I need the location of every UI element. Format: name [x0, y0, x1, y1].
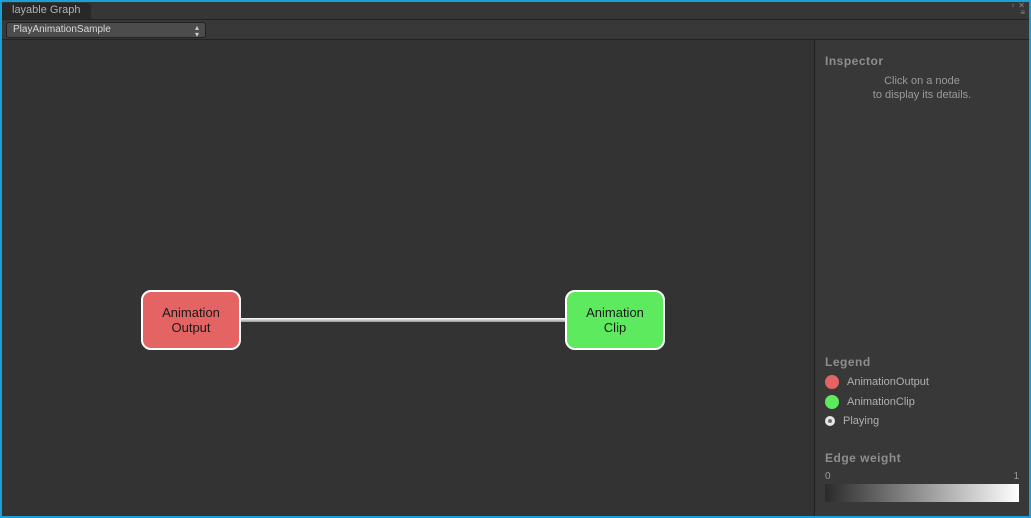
node-label-line1: Animation [586, 305, 644, 320]
legend-heading: Legend [825, 355, 1019, 369]
graph-selector-dropdown[interactable]: PlayAnimationSample ▴▾ [6, 22, 206, 38]
legend-item-playing: Playing [825, 415, 1019, 427]
title-bar: layable Graph ▫✕ ≡ [2, 2, 1029, 20]
menu-icon[interactable]: ≡ [1020, 10, 1025, 16]
graph-edge [238, 318, 578, 322]
sidebar: Inspector Click on a node to display its… [814, 40, 1029, 516]
hint-line2: to display its details. [873, 89, 971, 101]
legend-label: AnimationOutput [847, 376, 929, 388]
node-animation-clip[interactable]: Animation Clip [565, 290, 665, 350]
edge-weight-scale: 0 1 [825, 471, 1019, 482]
legend-item-output: AnimationOutput [825, 375, 1019, 389]
node-label-line2: Output [171, 320, 210, 335]
node-animation-output[interactable]: Animation Output [141, 290, 241, 350]
legend-item-clip: AnimationClip [825, 395, 1019, 409]
edge-weight-max: 1 [1013, 471, 1019, 482]
graph-canvas[interactable]: Animation Output Animation Clip [2, 40, 814, 516]
window-tab[interactable]: layable Graph [2, 3, 91, 19]
hint-line1: Click on a node [884, 75, 960, 87]
legend-label: AnimationClip [847, 396, 915, 408]
window-tab-label: layable Graph [12, 4, 81, 16]
edge-weight-heading: Edge weight [825, 451, 1019, 465]
chevron-updown-icon: ▴▾ [195, 24, 199, 38]
content-area: Animation Output Animation Clip Inspecto… [2, 40, 1029, 516]
sidebar-spacer [825, 102, 1019, 355]
node-label-line1: Animation [162, 305, 220, 320]
node-label: Animation Output [162, 305, 220, 335]
node-label-line2: Clip [604, 320, 626, 335]
edge-weight-section: Edge weight 0 1 [825, 451, 1019, 502]
inspector-heading: Inspector [825, 54, 1019, 68]
node-label: Animation Clip [586, 305, 644, 335]
legend-label: Playing [843, 415, 879, 427]
toolbar: PlayAnimationSample ▴▾ [2, 20, 1029, 40]
swatch-green-icon [825, 395, 839, 409]
dropdown-value: PlayAnimationSample [13, 24, 111, 35]
swatch-playing-icon [825, 416, 835, 426]
edge-weight-min: 0 [825, 471, 831, 482]
lock-icon[interactable]: ▫ [1011, 3, 1014, 9]
edge-weight-gradient [825, 484, 1019, 502]
swatch-red-icon [825, 375, 839, 389]
window-controls[interactable]: ▫✕ ≡ [1011, 3, 1025, 16]
inspector-hint: Click on a node to display its details. [825, 74, 1019, 102]
